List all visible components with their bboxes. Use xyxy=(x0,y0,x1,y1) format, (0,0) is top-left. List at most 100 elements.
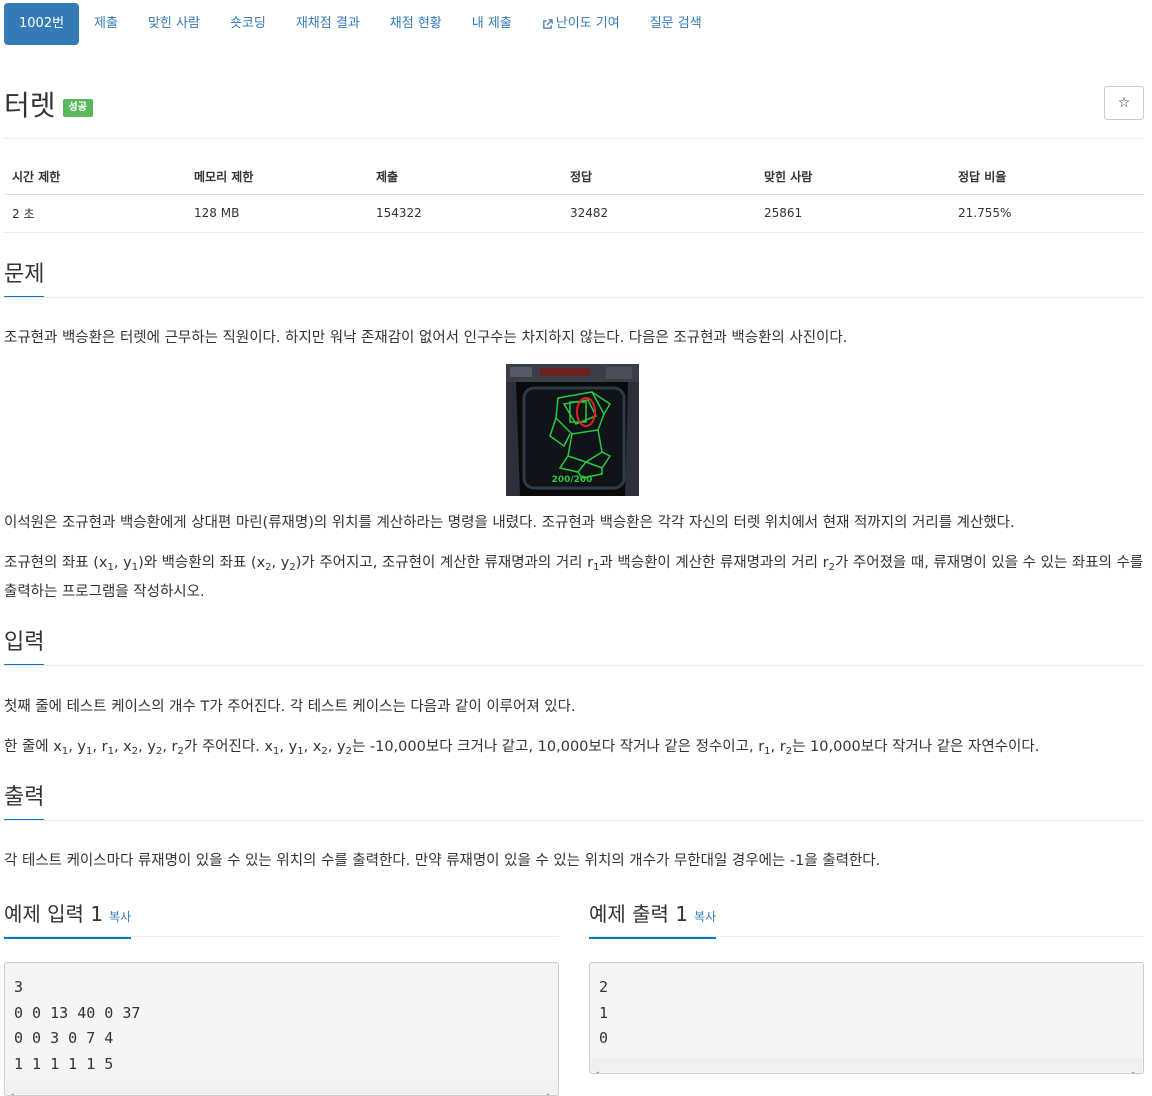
text-fragment: , r xyxy=(162,739,178,755)
sample-input-heading-text: 예제 입력 1 xyxy=(4,902,104,926)
sample-input-box[interactable]: 3 0 0 13 40 0 37 0 0 3 0 7 4 1 1 1 1 1 5… xyxy=(4,962,559,1096)
text-fragment: , y xyxy=(327,739,346,755)
input-description-1: 첫째 줄에 테스트 케이스의 개수 T가 주어진다. 각 테스트 케이스는 다음… xyxy=(4,699,576,715)
text-fragment: , y xyxy=(68,739,87,755)
problem-heading: 문제 xyxy=(4,260,45,298)
tab-judge-status[interactable]: 채점 현황 xyxy=(375,3,457,45)
accepted-value: 32482 xyxy=(562,194,756,233)
sample-output-header: 예제 출력 1 복사 xyxy=(589,900,717,939)
text-fragment: 한 줄에 x xyxy=(4,739,62,755)
input-section-header: 입력 xyxy=(4,628,1144,666)
accept-ratio-header: 정답 비율 xyxy=(950,160,1144,195)
text-fragment: , r xyxy=(92,739,108,755)
sample-output-line: 1 xyxy=(599,1003,609,1022)
sample-output-heading-text: 예제 출력 1 xyxy=(589,902,689,926)
input-description-2: 한 줄에 x1, y1, r1, x2, y2, r2가 주어진다. x1, y… xyxy=(4,733,1144,762)
info-value-row: 2 초 128 MB 154322 32482 25861 21.755% xyxy=(4,194,1144,233)
text-fragment: , y xyxy=(113,555,132,571)
time-limit-header: 시간 제한 xyxy=(4,160,186,195)
tab-rejudge-results[interactable]: 재채점 결과 xyxy=(281,3,375,45)
favorite-button[interactable]: ☆ xyxy=(1104,86,1144,120)
text-fragment: , r xyxy=(770,739,786,755)
title-divider xyxy=(4,138,1144,139)
output-heading-rule xyxy=(4,820,1144,821)
text-fragment: 조규현의 좌표 (x xyxy=(4,555,108,571)
sample-input-heading: 예제 입력 1 복사 xyxy=(4,900,132,939)
accepted-header: 정답 xyxy=(562,160,756,195)
sample-input-line: 0 0 3 0 7 4 xyxy=(14,1029,114,1047)
problem-info-table: 시간 제한 메모리 제한 제출 정답 맞힌 사람 정답 비율 2 초 128 M… xyxy=(4,160,1144,233)
time-limit-value: 2 초 xyxy=(4,194,186,233)
solved-users-value: 25861 xyxy=(756,194,950,233)
status-badge: 성공 xyxy=(62,99,93,117)
scroll-right-icon[interactable]: ▶ xyxy=(547,1083,552,1095)
tab-question-search-label: 질문 검색 xyxy=(649,16,702,31)
memory-limit-header: 메모리 제한 xyxy=(186,160,368,195)
text-fragment: 과 백승환이 계산한 류재명과의 거리 r xyxy=(599,555,829,571)
output-section-header: 출력 xyxy=(4,783,1144,821)
solved-users-header: 맞힌 사람 xyxy=(756,160,950,195)
text-fragment: )와 백승환의 좌표 (x xyxy=(138,555,266,571)
problem-nav: 1002번 제출 맞힌 사람 숏코딩 재채점 결과 채점 현황 내 제출 난이도… xyxy=(4,3,717,45)
turret-hp-label: 200/200 xyxy=(552,475,593,485)
tab-solved-users-label: 맞힌 사람 xyxy=(147,16,200,31)
problem-description-1: 조규현과 백승환은 터렛에 근무하는 직원이다. 하지만 워낙 존재감이 없어서… xyxy=(4,330,848,346)
input-heading: 입력 xyxy=(4,628,45,666)
sample-input-line: 0 0 13 40 0 37 xyxy=(14,1003,141,1022)
problem-title: 터렛 xyxy=(4,89,56,122)
tab-problem[interactable]: 1002번 xyxy=(4,3,80,45)
text-fragment: , y xyxy=(279,739,298,755)
turret-image: 200/200 xyxy=(506,364,639,496)
tab-submit[interactable]: 제출 xyxy=(79,3,133,45)
text-fragment: 는 -10,000보다 크거나 같고, 10,000보다 작거나 같은 정수이고… xyxy=(351,739,765,755)
tab-difficulty-contribution[interactable]: 난이도 기여 xyxy=(527,3,635,45)
scroll-left-icon[interactable]: ◀ xyxy=(594,1061,599,1073)
sample-input-scrollbar[interactable]: ◀ ▶ xyxy=(6,1080,557,1095)
text-fragment: , x xyxy=(303,739,322,755)
tab-my-submissions-label: 내 제출 xyxy=(471,16,512,31)
sample-output-rule xyxy=(589,936,1144,937)
problem-title-row: 터렛 성공 xyxy=(4,84,93,124)
info-header-row: 시간 제한 메모리 제한 제출 정답 맞힌 사람 정답 비율 xyxy=(4,160,1144,195)
tab-question-search[interactable]: 질문 검색 xyxy=(635,3,717,45)
memory-limit-value: 128 MB xyxy=(186,194,368,233)
copy-sample-output-button[interactable]: 복사 xyxy=(694,910,716,924)
tab-submit-label: 제출 xyxy=(94,16,118,31)
text-fragment: , x xyxy=(113,739,132,755)
tab-rejudge-results-label: 재채점 결과 xyxy=(295,16,360,31)
text-fragment: 는 10,000보다 작거나 같은 자연수이다. xyxy=(792,739,1040,755)
sample-output-line: 2 xyxy=(599,978,609,996)
sample-output-heading: 예제 출력 1 복사 xyxy=(589,900,717,939)
sample-output-scrollbar[interactable]: ◀ ▶ xyxy=(591,1058,1142,1073)
problem-description-3: 조규현의 좌표 (x1, y1)와 백승환의 좌표 (x2, y2)가 주어지고… xyxy=(4,549,1144,607)
output-description: 각 테스트 케이스마다 류재명이 있을 수 있는 위치의 수를 출력한다. 만약… xyxy=(4,853,881,869)
tab-difficulty-contribution-label: 난이도 기여 xyxy=(555,16,620,31)
submissions-value: 154322 xyxy=(368,194,562,233)
copy-sample-input-button[interactable]: 복사 xyxy=(109,910,131,924)
text-fragment: )가 주어지고, 조규현이 계산한 류재명과의 거리 r xyxy=(295,555,594,571)
problem-section-header: 문제 xyxy=(4,260,1144,298)
tab-my-submissions[interactable]: 내 제출 xyxy=(457,3,527,45)
tab-short-coding[interactable]: 숏코딩 xyxy=(215,3,281,45)
scroll-left-icon[interactable]: ◀ xyxy=(9,1083,14,1095)
sample-output-line: 0 xyxy=(599,1029,609,1047)
sample-input-rule xyxy=(4,936,559,937)
star-icon: ☆ xyxy=(1117,95,1131,111)
external-link-icon xyxy=(542,18,553,29)
tab-short-coding-label: 숏코딩 xyxy=(229,16,266,31)
tab-problem-label: 1002번 xyxy=(19,16,65,31)
sample-output-box[interactable]: 2 1 0 ◀ ▶ xyxy=(589,962,1144,1074)
sample-input-line: 1 1 1 1 1 5 xyxy=(14,1054,114,1073)
text-fragment: 가 주어진다. x xyxy=(183,739,273,755)
sample-input-line: 3 xyxy=(14,978,24,996)
tab-judge-status-label: 채점 현황 xyxy=(389,16,442,31)
text-fragment: , y xyxy=(271,555,290,571)
output-heading: 출력 xyxy=(4,783,45,821)
problem-heading-rule xyxy=(4,297,1144,298)
scroll-right-icon[interactable]: ▶ xyxy=(1132,1061,1137,1073)
problem-description-2: 이석원은 조규현과 백승환에게 상대편 마린(류재명)의 위치를 계산하라는 명… xyxy=(4,515,1015,531)
text-fragment: , y xyxy=(138,739,156,755)
tab-solved-users[interactable]: 맞힌 사람 xyxy=(133,3,215,45)
accept-ratio-value: 21.755% xyxy=(950,194,1144,233)
input-heading-rule xyxy=(4,665,1144,666)
